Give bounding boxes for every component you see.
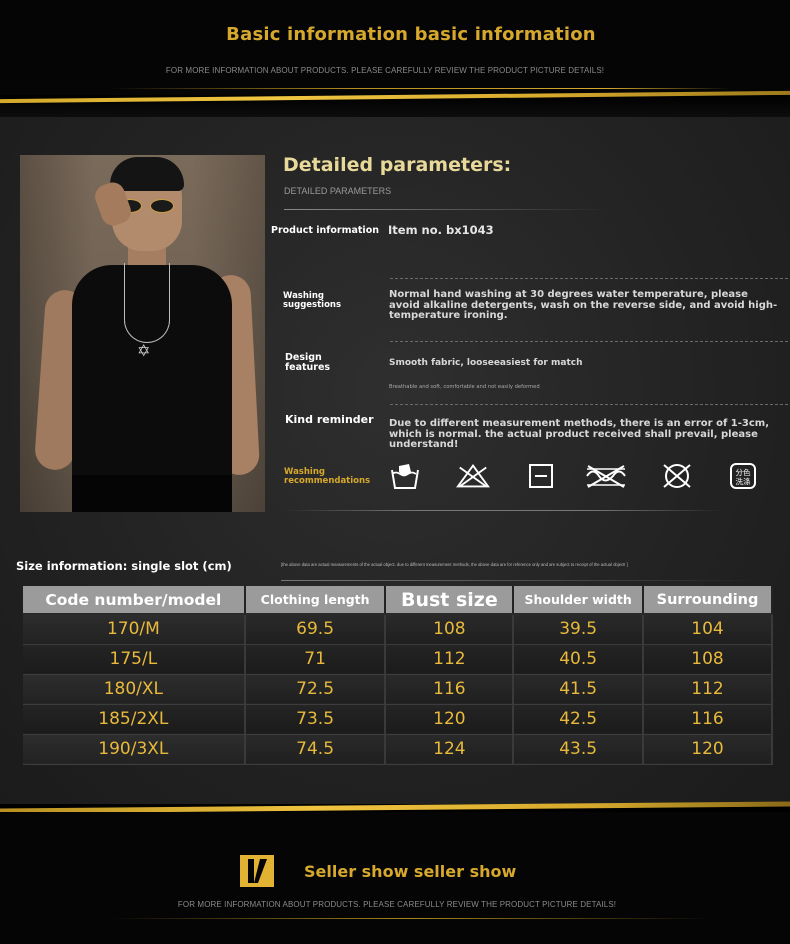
design-value-sub: Breathable and soft, comfortable and not…: [389, 384, 540, 390]
footer-divider: [110, 918, 710, 919]
svg-text:分色: 分色: [736, 467, 751, 477]
do-not-wring-icon: [584, 460, 628, 492]
page-subtitle: FOR MORE INFORMATION ABOUT PRODUCTS. PLE…: [165, 66, 605, 75]
table-header: Bust size: [385, 586, 515, 615]
size-note: [the above data are actual measurements …: [281, 562, 628, 567]
table-header: Clothing length: [244, 586, 387, 615]
table-row: 190/3XL 74.5 124 43.5 120: [23, 734, 773, 765]
row-divider: [390, 278, 788, 279]
table-cell: 185/2XL: [23, 704, 246, 735]
table-cell: 104: [643, 614, 773, 645]
seller-show-title: Seller show seller show: [304, 862, 517, 881]
table-cell: 180/XL: [23, 674, 246, 705]
design-value: Smooth fabric, looseeasiest for match: [389, 358, 583, 368]
table-cell: 175/L: [23, 644, 246, 675]
table-cell: 71: [244, 644, 387, 675]
wash-icons-row: 分色 洗涤: [388, 460, 768, 494]
row-divider: [390, 341, 788, 342]
table-cell: 39.5: [513, 614, 645, 645]
table-cell: 43.5: [513, 734, 645, 765]
table-row: 185/2XL 73.5 120 42.5 116: [23, 704, 773, 735]
table-cell: 112: [385, 644, 515, 675]
svg-text:洗涤: 洗涤: [736, 476, 751, 486]
wash-rec-label: Washing recommendations: [284, 467, 371, 486]
params-divider: [284, 209, 609, 210]
table-cell: 108: [385, 614, 515, 645]
table-cell: 116: [643, 704, 773, 735]
table-cell: 42.5: [513, 704, 645, 735]
brand-logo-icon: [240, 855, 274, 887]
do-not-dry-clean-icon: [660, 460, 694, 492]
table-header: Surrounding: [643, 586, 773, 615]
table-cell: 108: [643, 644, 773, 675]
reminder-value: Due to different measurement methods, th…: [389, 418, 769, 450]
size-table: Code number/model Clothing length Bust s…: [23, 586, 773, 765]
product-photo: ✡: [20, 155, 265, 512]
product-info-value: Item no. bx1043: [388, 223, 494, 237]
row-divider: [390, 404, 788, 405]
size-title: Size information: single slot (cm): [16, 559, 232, 573]
design-label: Design features: [285, 352, 331, 373]
table-cell: 73.5: [244, 704, 387, 735]
table-cell: 40.5: [513, 644, 645, 675]
table-cell: 69.5: [244, 614, 387, 645]
table-cell: 41.5: [513, 674, 645, 705]
washing-value: Normal hand washing at 30 degrees water …: [389, 289, 778, 321]
params-title: Detailed parameters:: [283, 154, 512, 176]
hand-wash-icon: [388, 460, 422, 492]
table-cell: 124: [385, 734, 515, 765]
size-divider: [281, 580, 761, 581]
table-cell: 170/M: [23, 614, 246, 645]
table-cell: 72.5: [244, 674, 387, 705]
table-cell: 74.5: [244, 734, 387, 765]
page-title: Basic information basic information: [226, 24, 596, 45]
footer-subtitle: FOR MORE INFORMATION ABOUT PRODUCTS. PLE…: [177, 900, 617, 909]
params-bottom-divider: [284, 510, 724, 511]
tumble-dry-icon: [524, 460, 558, 492]
table-cell: 190/3XL: [23, 734, 246, 765]
table-cell: 120: [643, 734, 773, 765]
table-cell: 116: [385, 674, 515, 705]
table-row: 170/M 69.5 108 39.5 104: [23, 614, 773, 645]
table-row: 180/XL 72.5 116 41.5 112: [23, 674, 773, 705]
table-header: Code number/model: [23, 586, 246, 615]
header-divider: [110, 88, 730, 89]
table-row: 175/L 71 112 40.5 108: [23, 644, 773, 675]
table-header-row: Code number/model Clothing length Bust s…: [23, 586, 773, 615]
do-not-bleach-icon: [456, 460, 490, 492]
gold-band-top: [0, 95, 790, 117]
table-header: Shoulder width: [513, 586, 645, 615]
washing-label: Washing suggestions: [283, 291, 342, 310]
separate-wash-icon: 分色 洗涤: [726, 460, 760, 492]
params-subtitle: DETAILED PARAMETERS: [284, 186, 392, 196]
product-info-label: Product information: [271, 225, 379, 236]
table-cell: 120: [385, 704, 515, 735]
table-cell: 112: [643, 674, 773, 705]
reminder-label: Kind reminder: [285, 413, 374, 426]
